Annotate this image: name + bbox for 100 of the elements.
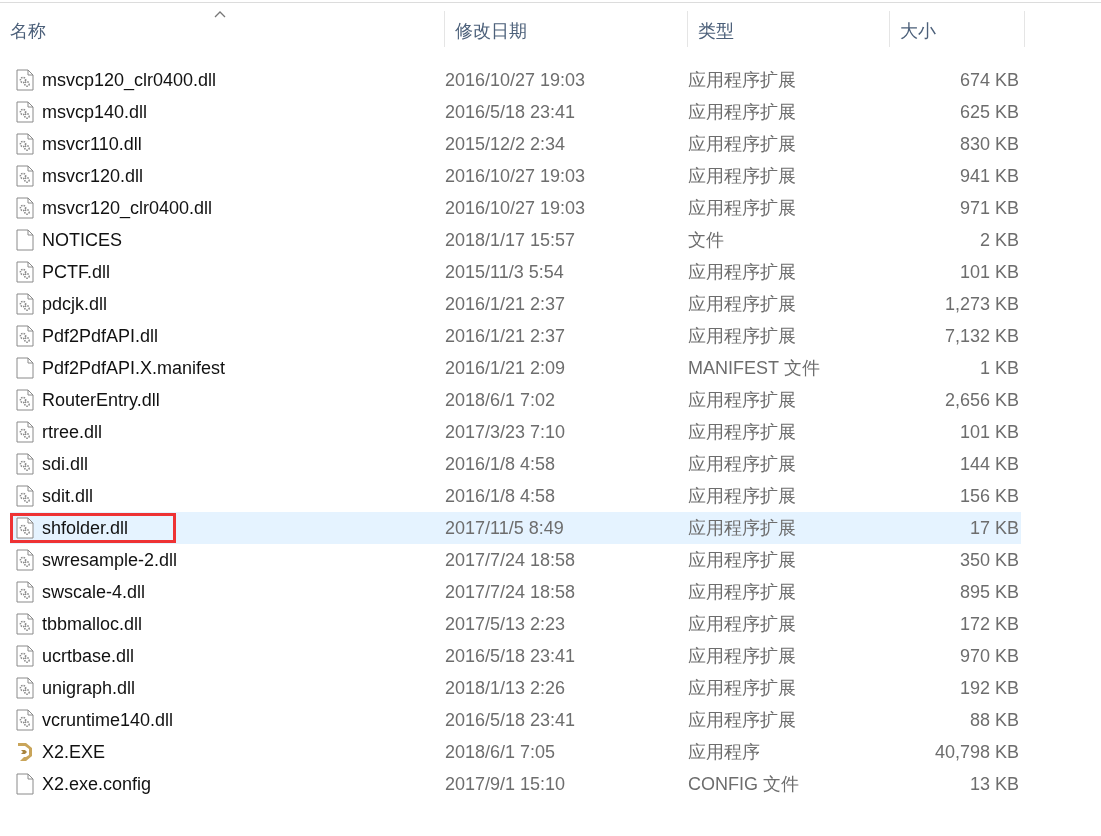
gear-file-icon (16, 261, 34, 283)
modified-date: 2017/7/24 18:58 (445, 581, 577, 603)
file-type: 应用程序扩展 (688, 613, 797, 636)
gear-file-icon (16, 485, 34, 507)
file-size: 192 KB (958, 677, 1020, 699)
modified-date: 2016/10/27 19:03 (445, 165, 587, 187)
file-size: 172 KB (958, 613, 1020, 635)
modified-date: 2016/5/18 23:41 (445, 645, 577, 667)
file-size: 895 KB (958, 581, 1020, 603)
gear-file-icon (16, 549, 34, 571)
file-row[interactable]: swscale-4.dll 2017/7/24 18:58 应用程序扩展 895 KB (10, 576, 1021, 608)
file-size: 101 KB (958, 421, 1020, 443)
file-row[interactable]: msvcp120_clr0400.dll 2016/10/27 19:03 应用程序扩展 674 KB (10, 64, 1021, 96)
file-row[interactable]: rtree.dll 2017/3/23 7:10 应用程序扩展 101 KB (10, 416, 1021, 448)
gear-file-icon (16, 197, 34, 219)
file-name: msvcr120_clr0400.dll (42, 197, 213, 219)
gear-file-icon (16, 325, 34, 347)
file-type: 应用程序扩展 (688, 421, 797, 444)
file-row[interactable]: ucrtbase.dll 2016/5/18 23:41 应用程序扩展 970 KB (10, 640, 1021, 672)
gear-file-icon (16, 453, 34, 475)
file-row[interactable]: tbbmalloc.dll 2017/5/13 2:23 应用程序扩展 172 KB (10, 608, 1021, 640)
file-row[interactable]: msvcp140.dll 2016/5/18 23:41 应用程序扩展 625 KB (10, 96, 1021, 128)
file-row[interactable]: X2.exe.config 2017/9/1 15:10 CONFIG 文件 13 KB (10, 768, 1021, 800)
gear-file-icon (16, 69, 34, 91)
file-row[interactable]: PCTF.dll 2015/11/3 5:54 应用程序扩展 101 KB (10, 256, 1021, 288)
gear-file-icon (16, 645, 34, 667)
file-size: 830 KB (958, 133, 1020, 155)
file-type: 应用程序扩展 (688, 453, 797, 476)
file-row[interactable]: X2.EXE 2018/6/1 7:05 应用程序 40,798 KB (10, 736, 1021, 768)
modified-date: 2016/10/27 19:03 (445, 69, 587, 91)
file-icon (16, 773, 34, 795)
file-type: 应用程序扩展 (688, 517, 797, 540)
file-type: 应用程序扩展 (688, 261, 797, 284)
sort-up-icon (214, 11, 226, 18)
gear-file-icon (16, 677, 34, 699)
modified-date: 2016/5/18 23:41 (445, 709, 577, 731)
file-row[interactable]: NOTICES 2018/1/17 15:57 文件 2 KB (10, 224, 1021, 256)
file-size: 13 KB (968, 773, 1020, 795)
file-type: 应用程序扩展 (688, 485, 797, 508)
gear-file-icon (16, 613, 34, 635)
modified-date: 2018/1/17 15:57 (445, 229, 577, 251)
file-type: 应用程序扩展 (688, 197, 797, 220)
modified-date: 2016/1/21 2:09 (445, 357, 567, 379)
file-row[interactable]: msvcr110.dll 2015/12/2 2:34 应用程序扩展 830 KB (10, 128, 1021, 160)
file-type: 应用程序扩展 (688, 325, 797, 348)
modified-date: 2017/7/24 18:58 (445, 549, 577, 571)
file-name: msvcp120_clr0400.dll (42, 69, 217, 91)
file-row[interactable]: msvcr120_clr0400.dll 2016/10/27 19:03 应用程序扩展 971 KB (10, 192, 1021, 224)
column-header[interactable]: 类型 (688, 11, 890, 47)
file-size: 970 KB (958, 645, 1020, 667)
file-row[interactable]: shfolder.dll 2017/11/5 8:49 应用程序扩展 17 KB (10, 512, 1021, 544)
file-type: 应用程序扩展 (688, 581, 797, 604)
gear-file-icon (16, 517, 34, 539)
file-type: 应用程序扩展 (688, 389, 797, 412)
file-row[interactable]: unigraph.dll 2018/1/13 2:26 应用程序扩展 192 KB (10, 672, 1021, 704)
file-name: rtree.dll (42, 421, 103, 443)
modified-date: 2016/1/8 4:58 (445, 453, 557, 475)
modified-date: 2015/12/2 2:34 (445, 133, 567, 155)
file-type: 文件 (688, 229, 725, 252)
file-name: sdi.dll (42, 453, 89, 475)
column-header[interactable]: 大小 (890, 11, 1025, 47)
file-type: 应用程序扩展 (688, 709, 797, 732)
file-row[interactable]: swresample-2.dll 2017/7/24 18:58 应用程序扩展 350 KB (10, 544, 1021, 576)
file-name: tbbmalloc.dll (42, 613, 143, 635)
file-type: 应用程序 (688, 741, 761, 764)
file-row[interactable]: Pdf2PdfAPI.dll 2016/1/21 2:37 应用程序扩展 7,132 KB (10, 320, 1021, 352)
file-type: 应用程序扩展 (688, 165, 797, 188)
file-name: unigraph.dll (42, 677, 136, 699)
modified-date: 2018/6/1 7:02 (445, 389, 557, 411)
file-name: RouterEntry.dll (42, 389, 160, 411)
gear-file-icon (16, 389, 34, 411)
file-type: 应用程序扩展 (688, 101, 797, 124)
file-size: 1 KB (978, 357, 1020, 379)
modified-date: 2016/1/21 2:37 (445, 325, 567, 347)
file-row[interactable]: Pdf2PdfAPI.X.manifest 2016/1/21 2:09 MANIFEST 文件 1 KB (10, 352, 1021, 384)
file-row[interactable]: sdi.dll 2016/1/8 4:58 应用程序扩展 144 KB (10, 448, 1021, 480)
file-row[interactable]: sdit.dll 2016/1/8 4:58 应用程序扩展 156 KB (10, 480, 1021, 512)
modified-date: 2017/9/1 15:10 (445, 773, 567, 795)
file-name: X2.exe.config (42, 773, 152, 795)
gear-file-icon (16, 101, 34, 123)
file-row[interactable]: msvcr120.dll 2016/10/27 19:03 应用程序扩展 941 KB (10, 160, 1021, 192)
column-header[interactable]: 修改日期 (445, 11, 688, 47)
file-name: Pdf2PdfAPI.dll (42, 325, 159, 347)
file-row[interactable]: pdcjk.dll 2016/1/21 2:37 应用程序扩展 1,273 KB (10, 288, 1021, 320)
file-size: 144 KB (958, 453, 1020, 475)
gear-file-icon (16, 421, 34, 443)
file-name: PCTF.dll (42, 261, 110, 283)
file-size: 40,798 KB (933, 741, 1020, 763)
file-type: 应用程序扩展 (688, 293, 797, 316)
file-row[interactable]: RouterEntry.dll 2018/6/1 7:02 应用程序扩展 2,656 KB (10, 384, 1021, 416)
file-size: 88 KB (968, 709, 1020, 731)
modified-date: 2015/11/3 5:54 (445, 261, 565, 283)
file-type: 应用程序扩展 (688, 133, 797, 156)
file-size: 350 KB (958, 549, 1020, 571)
file-row[interactable]: vcruntime140.dll 2016/5/18 23:41 应用程序扩展 88 KB (10, 704, 1021, 736)
file-icon (16, 229, 34, 251)
file-type: CONFIG 文件 (688, 773, 800, 796)
column-header[interactable]: 名称 (0, 11, 445, 47)
file-size: 971 KB (958, 197, 1020, 219)
modified-date: 2017/3/23 7:10 (445, 421, 567, 443)
